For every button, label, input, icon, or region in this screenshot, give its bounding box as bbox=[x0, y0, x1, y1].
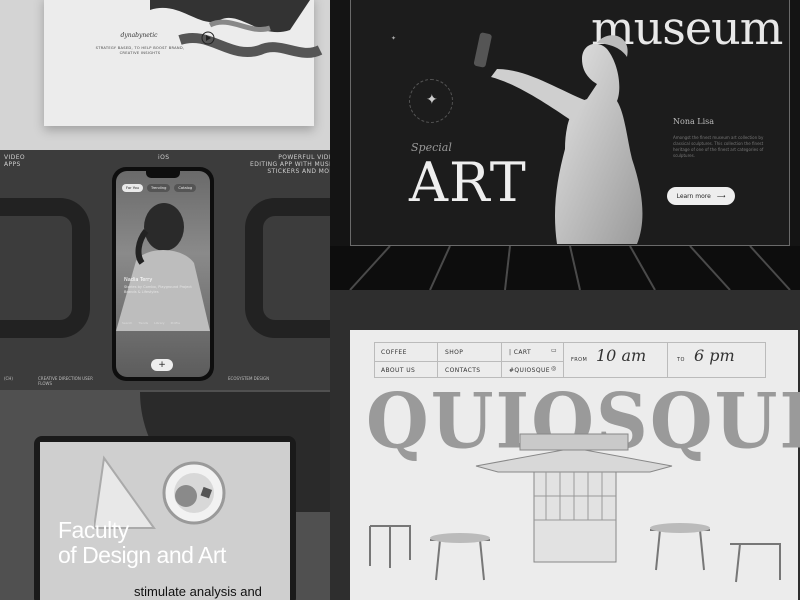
learn-more-button[interactable]: Learn more ⟶ bbox=[667, 187, 735, 205]
tab-for-you[interactable]: For You bbox=[122, 184, 143, 192]
phone-mockup: For You Trending Catalog Nadia Terry Sto… bbox=[112, 167, 214, 381]
kiosk-illustration bbox=[369, 433, 781, 583]
headline-line-2: of Design and Art bbox=[58, 542, 226, 568]
header-mid: iOS bbox=[158, 154, 170, 161]
footer-mid: CREATIVE DIRECTION USER FLOWS bbox=[38, 376, 93, 386]
menu-item[interactable]: Profile bbox=[171, 321, 180, 325]
phone-notch bbox=[146, 171, 180, 178]
museum-screen: museum ✦ ✦ Special ART Nona Lisa Amongst… bbox=[350, 0, 790, 246]
creator-description: Stories by Combo, Playground Project Bra… bbox=[124, 285, 192, 294]
faculty-subline: stimulate analysis and bbox=[134, 584, 262, 599]
headline-line-1: Faculty bbox=[58, 517, 129, 543]
footer-left: (CH) bbox=[4, 376, 13, 381]
faculty-tile[interactable]: Faculty of Design and Art stimulate anal… bbox=[0, 390, 330, 600]
creator-photo bbox=[116, 203, 210, 331]
quiosque-tile[interactable]: COFFEE SHOP | CART ▭ ABOUT US CONTACTS #… bbox=[330, 290, 800, 600]
phone-menu: Search Trends Library Profile bbox=[122, 321, 180, 325]
tab-trending[interactable]: Trending bbox=[146, 184, 171, 192]
shot-collage: dynabynetic STRATEGY BASED, TO HELP BOOS… bbox=[0, 0, 800, 600]
floor-perspective bbox=[330, 246, 800, 290]
bg-shape-left bbox=[0, 198, 90, 338]
quiosque-page: COFFEE SHOP | CART ▭ ABOUT US CONTACTS #… bbox=[350, 330, 800, 600]
menu-item[interactable]: Library bbox=[154, 321, 165, 325]
laptop-mockup: Faculty of Design and Art stimulate anal… bbox=[34, 436, 296, 600]
sparkle-icon: ✦ bbox=[391, 35, 397, 42]
menu-item[interactable]: Trends bbox=[138, 321, 148, 325]
menu-item[interactable]: Search bbox=[122, 321, 132, 325]
footer-right: ECOSYSTEM DESIGN bbox=[228, 376, 270, 381]
video-app-tile[interactable]: VIDEO APPS iOS POWERFUL VIDEO EDITING AP… bbox=[0, 150, 330, 390]
phone-tabs: For You Trending Catalog bbox=[122, 184, 197, 192]
exhibit-description: Amongst the finest museum art collection… bbox=[673, 135, 764, 158]
exhibit-name: Nona Lisa bbox=[673, 117, 715, 126]
museum-tile[interactable]: museum ✦ ✦ Special ART Nona Lisa Amongst… bbox=[330, 0, 800, 290]
plus-icon: + bbox=[158, 360, 166, 370]
brush-strokes-illustration bbox=[150, 0, 323, 58]
arrow-right-icon: ⟶ bbox=[716, 192, 726, 200]
sketch-tile[interactable]: dynabynetic STRATEGY BASED, TO HELP BOOS… bbox=[0, 0, 330, 150]
header-left: VIDEO APPS bbox=[4, 154, 26, 168]
star-icon: ✦ bbox=[426, 92, 438, 108]
laptop-screen: Faculty of Design and Art stimulate anal… bbox=[40, 442, 290, 600]
phone-screen: For You Trending Catalog Nadia Terry Sto… bbox=[116, 171, 210, 377]
bg-shape-right bbox=[245, 198, 330, 338]
statue-image bbox=[473, 32, 643, 244]
faculty-headline: Faculty of Design and Art bbox=[58, 518, 226, 568]
tab-catalog[interactable]: Catalog bbox=[174, 184, 197, 192]
creator-name: Nadia Terry bbox=[124, 277, 153, 283]
header-right: POWERFUL VIDEO EDITING APP WITH MUSIC, S… bbox=[250, 154, 330, 175]
learn-more-label: Learn more bbox=[676, 192, 711, 200]
add-button[interactable]: + bbox=[151, 359, 173, 371]
